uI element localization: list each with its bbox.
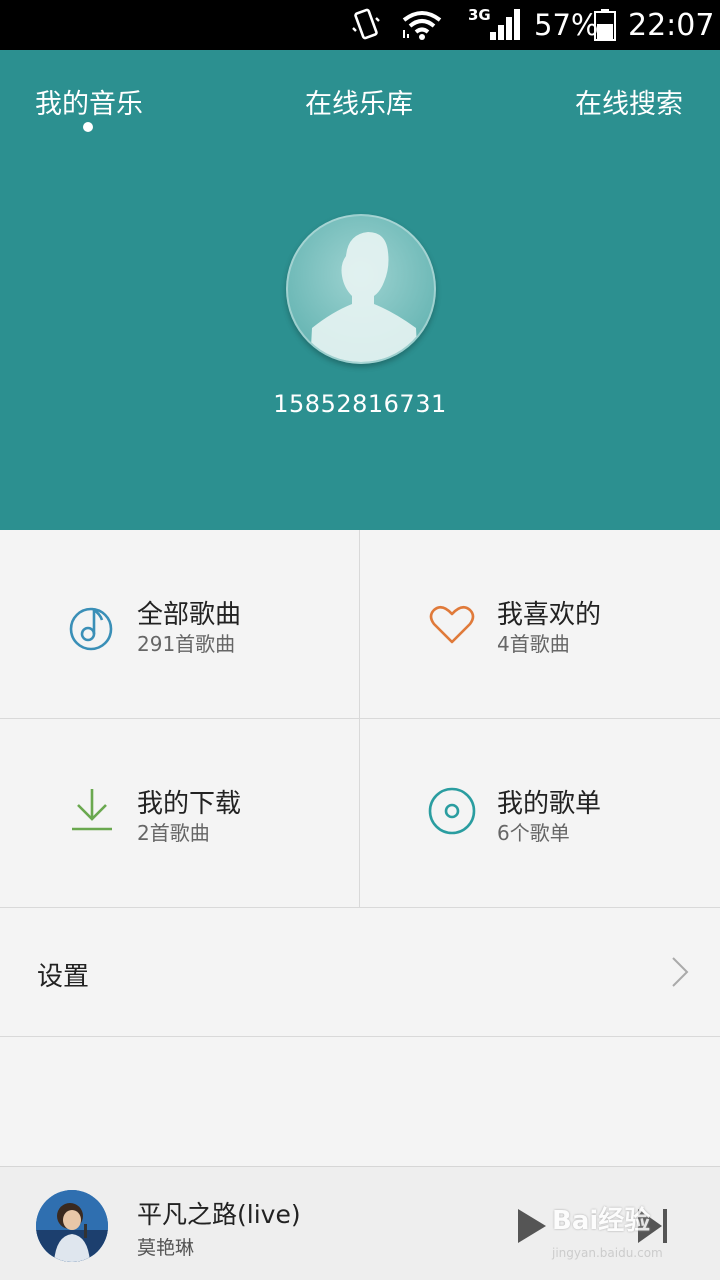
profile-header: 我的音乐 在线乐库 在线搜索 15852816731 — [0, 50, 720, 530]
heart-icon — [428, 604, 476, 650]
playlists-count: 6个歌单 — [497, 821, 570, 845]
chevron-right-icon — [670, 956, 690, 992]
vibrate-icon — [350, 0, 382, 50]
downloads-item[interactable]: 我的下载 2首歌曲 — [0, 719, 360, 908]
divider — [359, 530, 360, 908]
now-playing-title: 平凡之路(live) — [137, 1200, 301, 1229]
music-note-icon — [68, 602, 114, 656]
library-grid: 全部歌曲 291首歌曲 我喜欢的 4首歌曲 我的下载 2首歌曲 我的歌单 6个歌… — [0, 530, 720, 908]
all-songs-title: 全部歌曲 — [137, 600, 242, 630]
settings-row[interactable]: 设置 — [0, 908, 720, 1036]
signal-icon — [488, 0, 522, 50]
favorites-title: 我喜欢的 — [497, 600, 602, 630]
battery-percent: 57% — [534, 8, 599, 42]
wifi-icon — [400, 0, 444, 50]
watermark-url: jingyan.baidu.com — [552, 1246, 663, 1260]
favorites-count: 4首歌曲 — [497, 632, 570, 656]
clock: 22:07 — [628, 7, 715, 43]
downloads-title: 我的下载 — [137, 789, 242, 819]
play-icon[interactable] — [516, 1207, 548, 1249]
tab-online-search[interactable]: 在线搜索 — [575, 82, 683, 121]
user-phone-number: 15852816731 — [273, 390, 447, 418]
tab-online-library[interactable]: 在线乐库 — [305, 82, 413, 121]
disc-icon — [428, 787, 476, 839]
active-tab-indicator — [83, 122, 93, 132]
all-songs-item[interactable]: 全部歌曲 291首歌曲 — [0, 530, 360, 719]
status-bar: 3G 57% 22:07 — [0, 0, 720, 50]
playlists-title: 我的歌单 — [497, 789, 602, 819]
favorites-item[interactable]: 我喜欢的 4首歌曲 — [360, 530, 720, 719]
playlists-item[interactable]: 我的歌单 6个歌单 — [360, 719, 720, 908]
user-silhouette-icon — [310, 232, 418, 362]
downloads-count: 2首歌曲 — [137, 821, 210, 845]
album-art[interactable] — [36, 1190, 108, 1262]
all-songs-count: 291首歌曲 — [137, 632, 236, 656]
divider — [0, 1036, 720, 1037]
avatar[interactable] — [286, 214, 436, 364]
tab-my-music[interactable]: 我的音乐 — [35, 82, 143, 121]
watermark-logo: Bai经验 — [552, 1206, 651, 1236]
divider — [0, 718, 720, 719]
download-icon — [70, 787, 114, 835]
now-playing-artist: 莫艳琳 — [137, 1237, 195, 1259]
settings-label: 设置 — [37, 962, 90, 992]
battery-icon — [594, 0, 616, 50]
